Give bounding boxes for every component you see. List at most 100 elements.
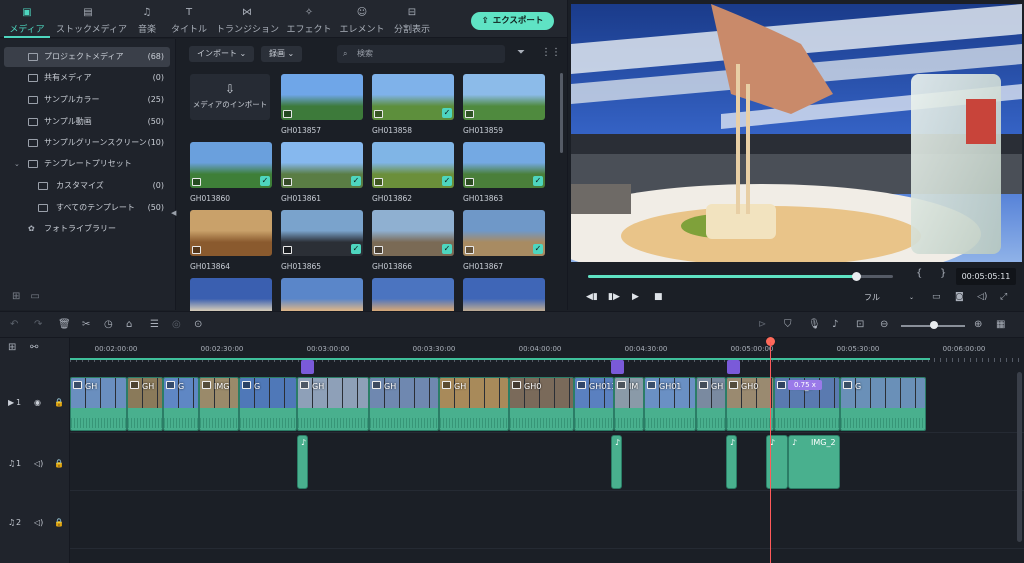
media-thumbnail[interactable]: ✓ GH013861 [281,142,363,203]
new-folder-icon[interactable]: ⊞ [12,291,20,302]
video-clip[interactable]: G [840,377,926,431]
tab-transition[interactable]: ⋈ トランジション [216,0,279,38]
media-thumbnail[interactable]: GH013857 [281,74,363,135]
link-icon[interactable]: ⚯ [30,342,38,353]
layout-icon[interactable]: ▦ [996,319,1005,330]
lock-icon[interactable]: 🔒 [54,459,64,468]
work-area-bar[interactable] [70,358,930,360]
preview-quality-select[interactable]: フル ⌄ [858,291,918,305]
display-icon[interactable]: ▭ [932,292,941,302]
sidebar-item-sample-color[interactable]: サンプルカラー (25) [4,90,170,110]
video-clip[interactable]: IM [614,377,644,431]
fullscreen-icon[interactable]: ⤢ [1000,292,1007,302]
playback-progress-bar[interactable] [588,272,893,281]
lock-icon[interactable]: 🔒 [54,398,64,407]
sidebar-item-project-media[interactable]: プロジェクトメディア (68) [4,47,170,67]
speaker-icon[interactable]: ◁) [34,518,43,527]
sidebar-item-all-templates[interactable]: すべてのテンプレート (50) [4,198,170,218]
mark-out-icon[interactable]: } [940,268,946,279]
media-thumbnail[interactable]: ✓ GH013860 [190,142,272,203]
timeline-zoom-handle[interactable] [930,321,938,329]
volume-icon[interactable]: ◁) [977,292,987,302]
collapse-panel-icon[interactable]: ◀ [171,209,176,217]
grid-view-icon[interactable]: ⋮⋮ [541,47,561,58]
media-thumbnail[interactable]: ✓ GH013858 [372,74,454,135]
time-ruler[interactable]: 00:02:00:00 00:02:30:00 00:03:00:00 00:03:3… [70,338,1024,364]
media-thumbnail[interactable]: GH013864 [190,210,272,271]
add-track-icon[interactable]: ⊞ [8,342,16,353]
playback-progress-handle[interactable] [852,272,862,281]
video-clip[interactable]: GH [369,377,439,431]
step-forward-icon[interactable]: ▮▶ [608,292,620,302]
eye-icon[interactable]: ◉ [34,398,41,407]
play-icon[interactable]: ▶ [632,292,639,302]
media-thumbnail[interactable]: ✓ GH013865 [281,210,363,271]
import-dropdown[interactable]: インポート ⌄ [189,46,255,62]
video-clip[interactable]: GH [297,377,369,431]
sidebar-item-shared-media[interactable]: 共有メディア (0) [4,68,170,88]
sidebar-item-sample-video[interactable]: サンプル動画 (50) [4,112,170,132]
adjust-icon[interactable]: ☰ [150,319,159,330]
video-clip[interactable]: IMG [199,377,239,431]
export-button[interactable]: ⇪ エクスポート [471,12,554,30]
audio-clip[interactable]: ♪ IMG_2 [788,435,840,489]
record-dropdown[interactable]: 録画 ⌄ [261,46,303,62]
duration-icon[interactable]: ⊙ [194,319,202,330]
video-clip[interactable]: G [163,377,199,431]
step-back-icon[interactable]: ◀▮ [586,292,598,302]
sidebar-item-customize[interactable]: カスタマイズ (0) [4,176,170,196]
tab-title[interactable]: T タイトル [158,0,220,38]
video-clip[interactable]: GH [696,377,726,431]
timeline-marker[interactable] [301,360,314,374]
fit-timeline-icon[interactable]: ⊡ [856,319,864,330]
cut-icon[interactable]: ✂ [82,319,90,330]
video-clip[interactable]: GH01 [644,377,696,431]
speaker-icon[interactable]: ◁) [34,459,43,468]
media-thumbnail[interactable]: ✓ GH013867 [463,210,545,271]
tag-icon[interactable]: ⌂ [126,319,132,330]
sidebar-item-template-presets[interactable]: ⌄ テンプレートプリセット [4,154,170,174]
delete-icon[interactable]: 🗑 [58,319,71,330]
audio-clip[interactable]: ♪ [611,435,622,489]
video-clip[interactable]: GH [70,377,127,431]
folder-icon[interactable]: ▭ [30,291,39,302]
timeline-marker[interactable] [611,360,624,374]
tab-split-screen[interactable]: ⊟ 分割表示 [381,0,443,38]
audio-clip[interactable]: ♪ [297,435,308,489]
speed-tag[interactable]: 0.75 x [788,380,822,390]
media-thumbnail[interactable]: GH013859 [463,74,545,135]
color-icon[interactable]: ◎ [172,319,181,330]
media-thumbnail[interactable]: ✓ GH013866 [372,210,454,271]
media-scrollbar[interactable] [560,73,563,153]
sidebar-item-photo-library[interactable]: ✿ フォトライブラリー [4,219,170,239]
media-thumbnail[interactable]: ✓ GH013862 [372,142,454,203]
chevron-down-icon[interactable]: ⌄ [14,154,20,174]
mark-in-icon[interactable]: { [916,268,922,279]
video-clip[interactable]: GH013 [574,377,614,431]
media-thumbnail[interactable]: ✓ GH013863 [463,142,545,203]
tab-stock-media[interactable]: ▤ ストックメディア [56,0,127,38]
timeline-scrollbar[interactable] [1017,372,1022,542]
timeline-marker[interactable] [727,360,740,374]
zoom-out-icon[interactable]: ⊖ [880,319,888,330]
tab-media[interactable]: ▣ メディア [0,0,58,38]
video-clip[interactable]: GH0 [726,377,774,431]
snapshot-icon[interactable]: ◙ [955,292,964,302]
audio-mixer-icon[interactable]: ♪ [832,319,838,330]
stop-icon[interactable]: ■ [654,292,663,302]
undo-icon[interactable]: ↶ [10,319,18,330]
import-media-button[interactable]: ⇩ メディアのインポート [190,74,270,120]
lock-icon[interactable]: 🔒 [54,518,64,527]
video-clip[interactable]: GH0 [509,377,574,431]
video-clip[interactable]: GH [439,377,509,431]
render-icon[interactable]: ⊳ [758,319,766,330]
zoom-in-icon[interactable]: ⊕ [974,319,982,330]
search-input[interactable]: ⌕ 検索 [337,45,505,63]
marker-icon[interactable]: ⛉ [784,319,792,330]
audio-clip[interactable]: ♪ [726,435,737,489]
speed-icon[interactable]: ◷ [104,319,113,330]
filter-icon[interactable]: ⏷ [517,47,525,58]
playhead-line[interactable] [770,342,771,563]
video-clip[interactable]: GH [127,377,163,431]
microphone-icon[interactable]: 🎙 [808,319,821,330]
